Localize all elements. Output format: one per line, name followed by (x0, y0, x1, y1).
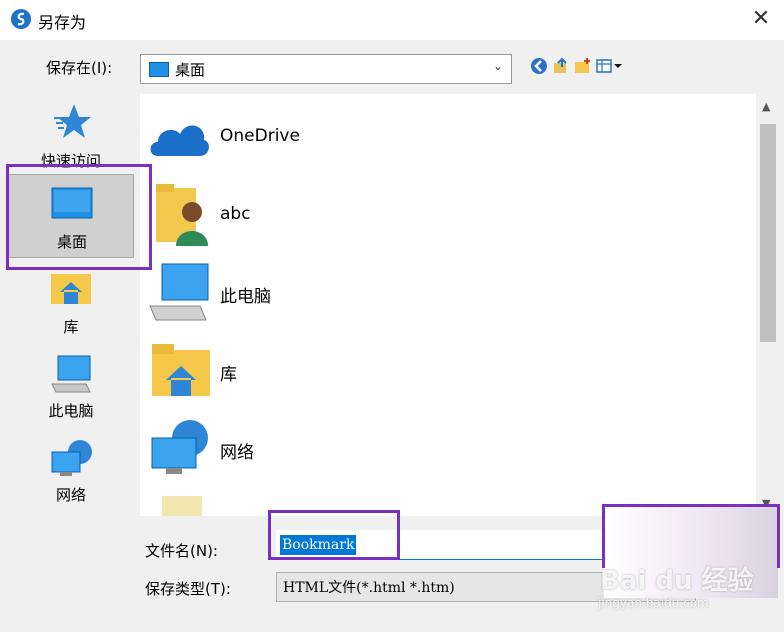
annotation-box-filename (268, 510, 400, 560)
watermark-logo: Bai du 经验 (600, 566, 754, 596)
save-in-dropdown[interactable]: 桌面 ⌄ (140, 54, 512, 84)
sidebar-item-this-pc[interactable]: 此电脑 (8, 352, 134, 432)
view-menu-icon[interactable] (596, 57, 624, 75)
vertical-scrollbar[interactable]: ▲ ▼ (756, 94, 780, 516)
back-icon[interactable] (530, 57, 548, 75)
save-in-label: 保存在(I): (46, 59, 113, 77)
filetype-label: 保存类型(T): (145, 580, 231, 598)
annotation-box-desktop (6, 164, 152, 270)
library-icon (51, 274, 91, 304)
filename-label: 文件名(N): (145, 542, 218, 560)
list-item[interactable]: 库 (148, 334, 548, 410)
file-name: abc (220, 204, 251, 224)
user-folder-icon (156, 184, 208, 246)
network-icon (151, 420, 208, 474)
computer-icon (51, 355, 91, 393)
title-bar: 另存为 ✕ (0, 0, 784, 40)
watermark-url: jingyan.baidu.com (598, 596, 709, 610)
star-icon (54, 104, 91, 138)
list-item[interactable]: abc (148, 178, 548, 254)
annotation-box-save (602, 504, 780, 568)
file-name: 此电脑 (220, 287, 271, 307)
file-name: 网络 (220, 443, 254, 463)
sidebar-item-label: 网络 (55, 486, 86, 504)
file-name: OneDrive (220, 126, 300, 146)
sidebar-item-library[interactable]: 库 (8, 270, 134, 350)
new-folder-icon[interactable] (574, 57, 592, 75)
chevron-down-icon: ⌄ (492, 59, 503, 73)
list-item[interactable]: OneDrive (148, 100, 548, 176)
sidebar-item-label: 此电脑 (48, 402, 94, 420)
desktop-folder-icon (149, 62, 169, 77)
library-folder-icon (152, 344, 210, 396)
sidebar-item-network[interactable]: 网络 (8, 436, 134, 516)
partial-file-icon (162, 496, 202, 516)
app-logo-icon (11, 9, 31, 29)
scroll-up-icon[interactable]: ▲ (762, 100, 770, 113)
file-list: OneDrive abc 此电脑 库 网络 ▲ ▼ (140, 94, 780, 516)
save-as-dialog: 另存为 ✕ 保存在(I): 桌面 ⌄ 快速访问 桌面 库 此电脑 网络 OneD… (0, 0, 784, 632)
cloud-icon (150, 125, 209, 156)
filetype-value: HTML文件(*.html *.htm) (283, 580, 455, 596)
computer-icon (149, 263, 209, 321)
list-item[interactable]: 此电脑 (148, 256, 548, 332)
file-name: 库 (220, 365, 237, 385)
close-button[interactable]: ✕ (744, 2, 778, 36)
save-in-value: 桌面 (175, 61, 206, 79)
sidebar-item-label: 库 (63, 318, 79, 336)
network-icon (51, 440, 92, 476)
up-folder-icon[interactable] (552, 57, 570, 75)
window-title: 另存为 (38, 13, 87, 32)
scroll-thumb[interactable] (760, 124, 776, 342)
list-item[interactable]: 网络 (148, 412, 548, 488)
